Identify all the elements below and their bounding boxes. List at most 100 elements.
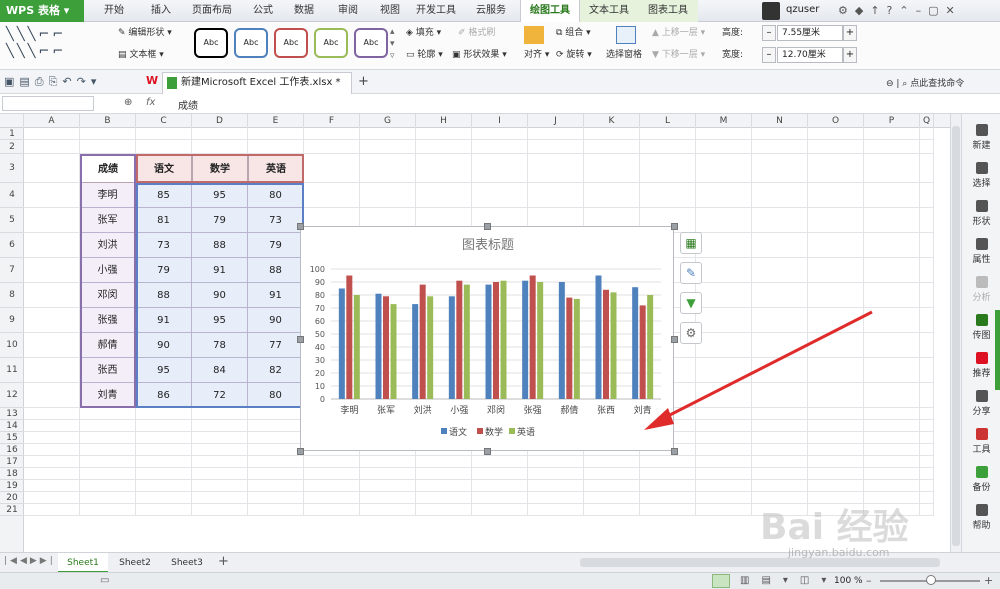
grid-cell[interactable] — [360, 480, 416, 492]
grid-cell[interactable] — [416, 140, 472, 154]
grid-cell[interactable] — [584, 154, 640, 183]
grid-cell[interactable] — [192, 432, 248, 444]
panel-item-7[interactable]: 分享 — [962, 390, 1000, 417]
align-icon[interactable] — [524, 26, 544, 44]
grid-cell[interactable] — [808, 456, 864, 468]
sheet-tab[interactable]: Sheet1 — [58, 553, 108, 573]
grid-cell[interactable] — [528, 128, 584, 140]
grid-cell[interactable] — [808, 183, 864, 208]
row-header-12[interactable]: 12 — [0, 383, 24, 408]
grid-cell[interactable] — [192, 492, 248, 504]
grid-cell[interactable] — [24, 444, 80, 456]
grid-cell[interactable] — [360, 492, 416, 504]
grid-cell[interactable] — [360, 504, 416, 516]
grid-cell[interactable] — [80, 140, 136, 154]
grid-cell[interactable] — [472, 504, 528, 516]
column-header-A[interactable]: A — [24, 114, 80, 128]
grid-cell[interactable] — [24, 492, 80, 504]
menu-tab[interactable]: 视图 — [370, 0, 410, 22]
avatar[interactable] — [762, 2, 780, 20]
grid-cell[interactable] — [360, 128, 416, 140]
panel-item-2[interactable]: 形状 — [962, 200, 1000, 227]
grid-cell[interactable] — [416, 468, 472, 480]
quick-access-icons[interactable]: ▣▤⎙⎘↶↷▾ — [4, 75, 101, 89]
grid-cell[interactable] — [416, 183, 472, 208]
panel-item-10[interactable]: 帮助 — [962, 504, 1000, 531]
table-data-cell[interactable]: 73 — [248, 208, 304, 233]
chart-object[interactable]: 图表标题 0 10 20 30 40 50 60 70 80 90 100 李明 张军 刘洪 小强 邓闵 张强 郝倩… — [300, 226, 674, 451]
column-header-P[interactable]: P — [864, 114, 920, 128]
horizontal-scrollbar[interactable] — [580, 558, 940, 567]
shape-style-swatch[interactable]: Abc — [234, 28, 268, 58]
grid-cell[interactable] — [24, 140, 80, 154]
row-header-14[interactable]: 14 — [0, 420, 24, 432]
table-data-cell[interactable]: 91 — [248, 283, 304, 308]
grid-cell[interactable] — [416, 154, 472, 183]
grid-cell[interactable] — [136, 420, 192, 432]
grid-cell[interactable] — [808, 358, 864, 383]
zoom-in-button[interactable]: + — [984, 574, 993, 587]
grid-cell[interactable] — [696, 480, 752, 492]
grid-cell[interactable] — [304, 456, 360, 468]
new-tab-button[interactable]: + — [358, 74, 369, 89]
table-data-cell[interactable]: 81 — [136, 208, 192, 233]
row-header-3[interactable]: 3 — [0, 154, 24, 183]
grid-cell[interactable] — [584, 128, 640, 140]
grid-cell[interactable] — [808, 140, 864, 154]
table-header-cell[interactable]: 英语 — [248, 154, 304, 183]
grid-cell[interactable] — [752, 154, 808, 183]
grid-cell[interactable] — [136, 140, 192, 154]
grid-cell[interactable] — [696, 154, 752, 183]
grid-cell[interactable] — [752, 128, 808, 140]
grid-cell[interactable] — [864, 480, 920, 492]
grid-cell[interactable] — [808, 480, 864, 492]
grid-cell[interactable] — [80, 456, 136, 468]
grid-cell[interactable] — [360, 154, 416, 183]
column-header-L[interactable]: L — [640, 114, 696, 128]
table-data-cell[interactable]: 88 — [136, 283, 192, 308]
grid-cell[interactable] — [24, 258, 80, 283]
grid-cell[interactable] — [248, 408, 304, 420]
grid-cell[interactable] — [528, 492, 584, 504]
grid-cell[interactable] — [920, 492, 934, 504]
grid-cell[interactable] — [864, 456, 920, 468]
grid-cell[interactable] — [752, 432, 808, 444]
grid-cell[interactable] — [416, 480, 472, 492]
grid-cell[interactable] — [80, 492, 136, 504]
grid-cell[interactable] — [304, 492, 360, 504]
table-data-cell[interactable]: 73 — [136, 233, 192, 258]
grid-cell[interactable] — [472, 468, 528, 480]
grid-cell[interactable] — [920, 140, 934, 154]
group-button[interactable]: ⧉ 组合 ▾ — [556, 26, 591, 40]
column-header-F[interactable]: F — [304, 114, 360, 128]
row-header-20[interactable]: 20 — [0, 492, 24, 504]
table-data-cell[interactable]: 小强 — [80, 258, 136, 283]
grid-cell[interactable] — [808, 420, 864, 432]
table-data-cell[interactable]: 88 — [248, 258, 304, 283]
grid-cell[interactable] — [640, 128, 696, 140]
bring-forward-button[interactable]: ▲ 上移一层 ▾ — [652, 26, 705, 40]
formula-input[interactable]: 成绩 — [178, 97, 198, 112]
grid-cell[interactable] — [864, 383, 920, 408]
resize-handle[interactable] — [297, 335, 304, 343]
grid-cell[interactable] — [192, 444, 248, 456]
grid-cell[interactable] — [80, 420, 136, 432]
table-data-cell[interactable]: 85 — [136, 183, 192, 208]
grid-cell[interactable] — [640, 492, 696, 504]
table-data-cell[interactable]: 90 — [248, 308, 304, 333]
table-data-cell[interactable]: 72 — [192, 383, 248, 408]
table-data-cell[interactable]: 82 — [248, 358, 304, 383]
grid-cell[interactable] — [472, 128, 528, 140]
table-data-cell[interactable]: 邓闵 — [80, 283, 136, 308]
send-backward-button[interactable]: ▼ 下移一层 ▾ — [652, 48, 705, 62]
format-brush-button[interactable]: ✐ 格式刷 — [458, 26, 495, 40]
rotate-button[interactable]: ⟳ 旋转 ▾ — [556, 48, 592, 62]
grid-cell[interactable] — [920, 258, 934, 283]
resize-handle[interactable] — [297, 448, 304, 455]
view-mode-icons[interactable]: ▥▤▾◫▾ — [740, 575, 838, 586]
chart-settings-gear-icon[interactable]: ⚙ — [680, 322, 702, 344]
grid-cell[interactable] — [752, 140, 808, 154]
grid-cell[interactable] — [808, 283, 864, 308]
grid-cell[interactable] — [808, 333, 864, 358]
shape-effect-button[interactable]: ▣ 形状效果 ▾ — [452, 48, 507, 62]
